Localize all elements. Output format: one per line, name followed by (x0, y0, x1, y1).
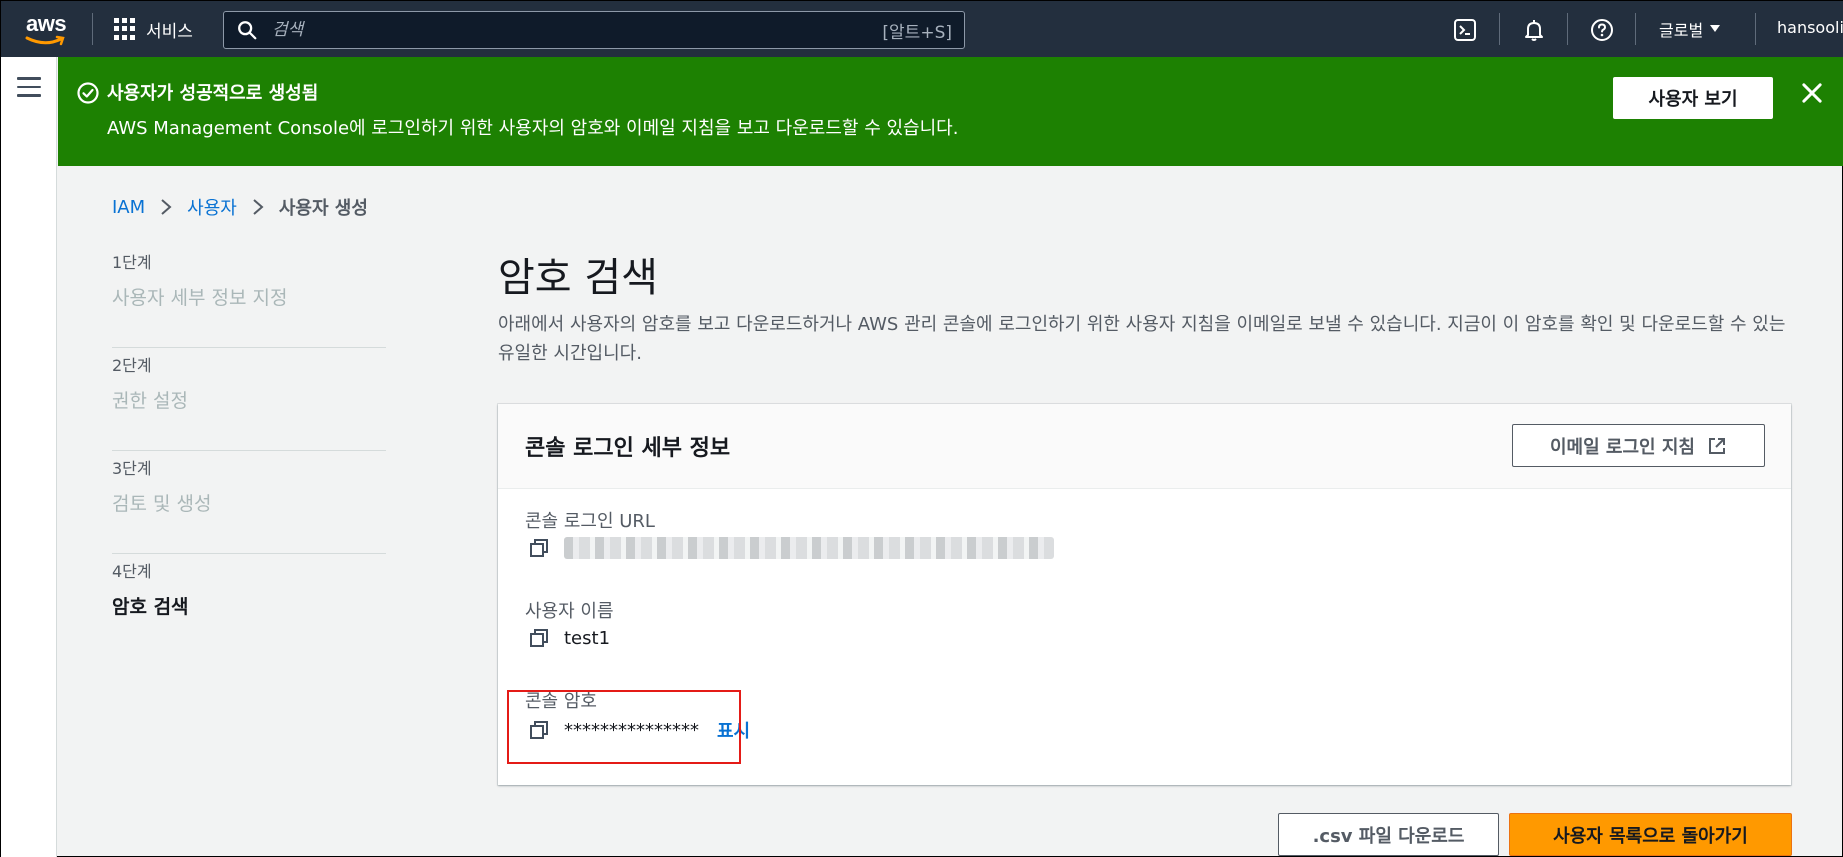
success-check-circle-icon (77, 82, 99, 104)
step-number: 1단계 (112, 253, 152, 272)
step-number: 2단계 (112, 356, 152, 375)
nav-divider (92, 13, 93, 45)
username-label: 사용자 이름 (525, 601, 614, 622)
wizard-step-3: 3단계 검토 및 생성 (112, 451, 386, 554)
notifications-bell-icon[interactable] (1522, 18, 1546, 42)
step-label: 사용자 세부 정보 지정 (112, 287, 288, 309)
panel-header: 콘솔 로그인 세부 정보 이메일 로그인 지침 (498, 404, 1791, 489)
services-label: 서비스 (146, 21, 193, 42)
services-grid-icon (114, 18, 136, 40)
wizard-step-2: 2단계 권한 설정 (112, 348, 386, 451)
menu-hamburger-icon[interactable] (17, 77, 41, 97)
cloudshell-icon[interactable] (1453, 18, 1477, 42)
console-url-row (528, 537, 1054, 559)
email-button-label: 이메일 로그인 지침 (1549, 436, 1695, 458)
nav-divider (1635, 13, 1636, 45)
services-menu[interactable]: 서비스 (114, 15, 193, 43)
breadcrumb-iam-link[interactable]: IAM (112, 197, 145, 218)
aws-smile-icon (25, 35, 65, 46)
wizard-step-4: 4단계 암호 검색 (112, 554, 386, 657)
close-icon[interactable] (1798, 79, 1826, 107)
email-signin-instructions-button[interactable]: 이메일 로그인 지침 (1512, 424, 1765, 467)
flash-message: AWS Management Console에 로그인하기 위한 사용자의 암호… (107, 118, 959, 139)
aws-logo[interactable]: aws (23, 11, 69, 46)
step-label: 권한 설정 (112, 390, 188, 412)
console-url-label: 콘솔 로그인 URL (525, 511, 655, 532)
region-selector[interactable]: 글로벌 (1659, 17, 1721, 41)
side-navigation-collapsed (1, 57, 57, 857)
help-icon[interactable] (1590, 18, 1614, 42)
account-menu[interactable]: hansoolii (1777, 18, 1843, 37)
wizard-step-1: 1단계 사용자 세부 정보 지정 (112, 245, 386, 348)
aws-logo-text: aws (26, 11, 67, 36)
breadcrumb-current: 사용자 생성 (278, 198, 368, 219)
chevron-right-icon (161, 199, 172, 215)
step-number: 4단계 (112, 562, 152, 581)
username-row: test1 (528, 627, 610, 649)
chevron-right-icon (253, 199, 264, 215)
nav-divider (1499, 13, 1500, 45)
step-number: 3단계 (112, 459, 152, 478)
copy-icon[interactable] (528, 537, 550, 559)
username-value: test1 (564, 627, 611, 649)
external-link-icon (1709, 437, 1725, 454)
search-bar[interactable]: [알트+S] (223, 11, 965, 49)
return-to-users-list-button[interactable]: 사용자 목록으로 돌아가기 (1509, 813, 1792, 856)
search-icon (238, 21, 257, 40)
step-label: 암호 검색 (112, 596, 189, 618)
download-csv-button[interactable]: .csv 파일 다운로드 (1278, 813, 1499, 856)
copy-icon[interactable] (528, 627, 550, 649)
flash-title: 사용자가 성공적으로 생성됨 (107, 83, 319, 104)
search-shortcut-hint: [알트+S] (882, 22, 952, 43)
wizard-steps: 1단계 사용자 세부 정보 지정 2단계 권한 설정 3단계 검토 및 생성 4… (112, 245, 386, 657)
breadcrumb-users-link[interactable]: 사용자 (187, 194, 237, 220)
console-url-value-redacted (564, 537, 1054, 559)
view-user-button[interactable]: 사용자 보기 (1613, 77, 1773, 119)
region-label: 글로벌 (1659, 21, 1704, 40)
top-navigation: aws 서비스 [알트+S] 글로벌 (1, 1, 1843, 57)
page-description: 아래에서 사용자의 암호를 보고 다운로드하거나 AWS 관리 콘솔에 로그인하… (498, 314, 1786, 364)
step-label: 검토 및 생성 (112, 493, 212, 515)
panel-title: 콘솔 로그인 세부 정보 (525, 436, 731, 461)
nav-divider (1755, 13, 1756, 45)
success-flashbar: 사용자가 성공적으로 생성됨 AWS Management Console에 로… (58, 57, 1843, 166)
password-highlight-annotation (507, 690, 741, 764)
caret-down-icon (1710, 25, 1721, 32)
search-input[interactable] (272, 20, 883, 40)
nav-divider (1567, 13, 1568, 45)
breadcrumb: IAM 사용자 사용자 생성 (112, 194, 368, 220)
page-title: 암호 검색 (498, 255, 658, 301)
